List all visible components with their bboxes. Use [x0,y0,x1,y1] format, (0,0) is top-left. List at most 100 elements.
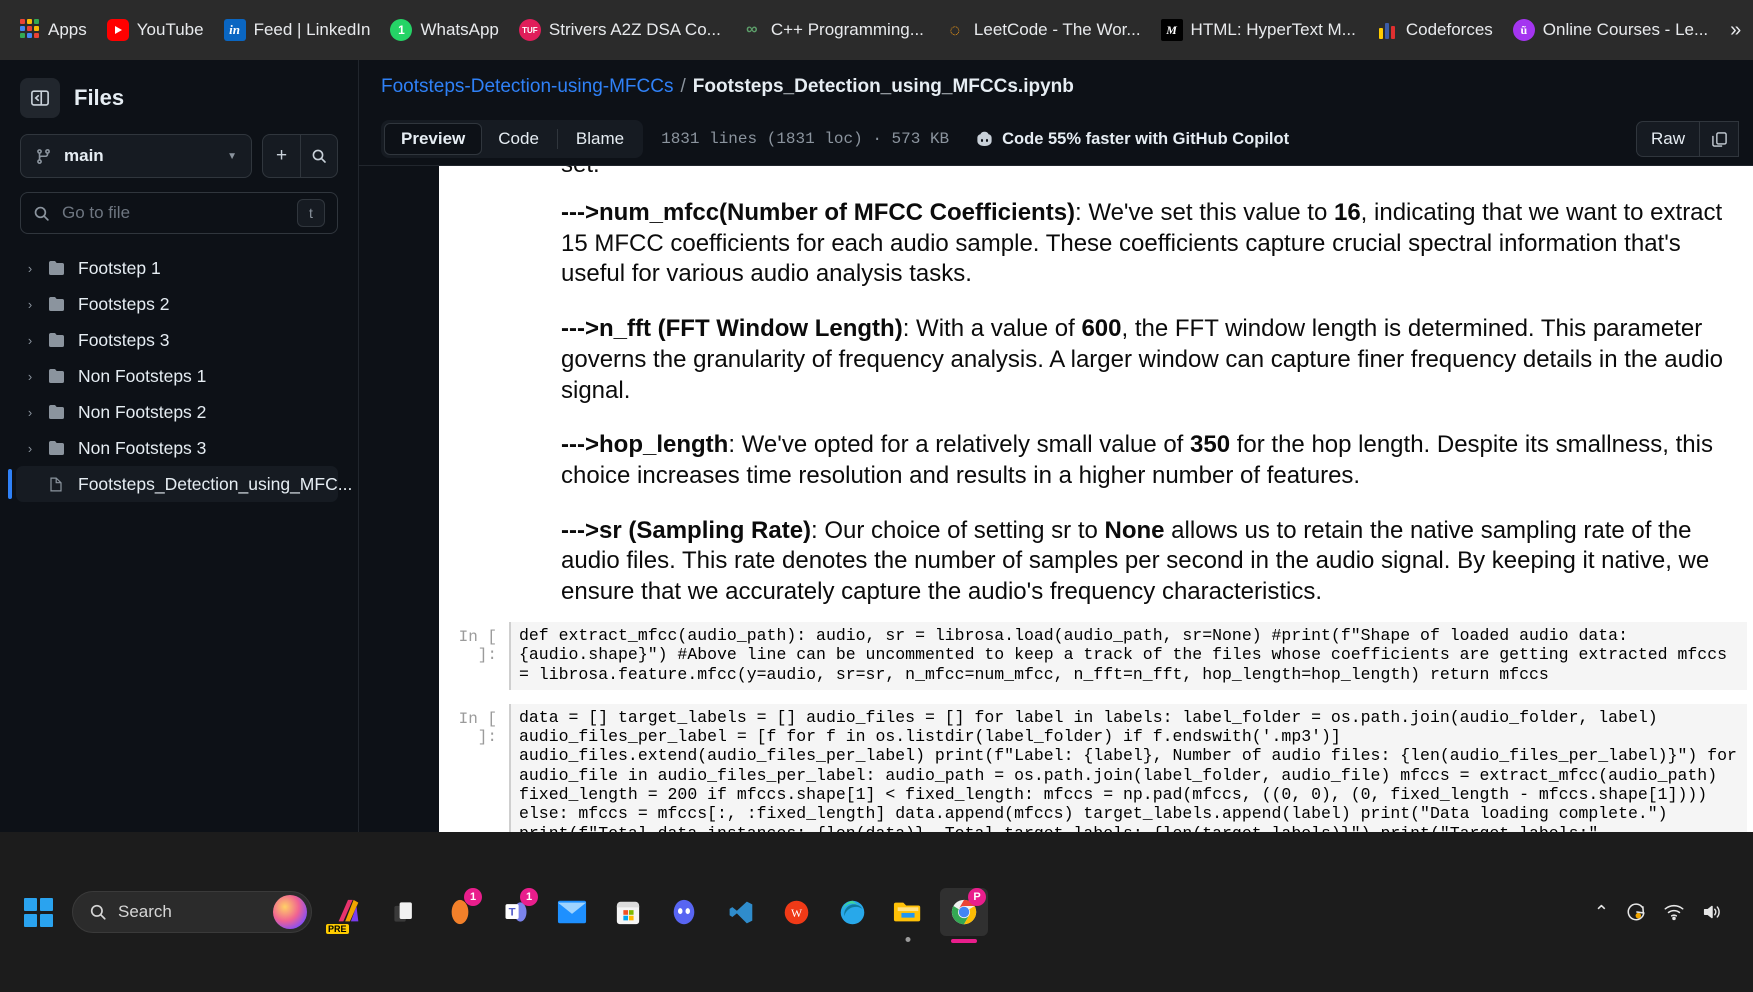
chevron-right-icon: › [27,440,33,456]
bookmark-label: YouTube [136,20,204,39]
edge-icon[interactable] [828,888,876,936]
raw-button[interactable]: Raw [1635,121,1699,157]
bookmark-apps[interactable]: Apps [8,13,97,47]
system-tray: ⌃ [1594,901,1739,923]
copilot-promo[interactable]: Code 55% faster with GitHub Copilot [975,130,1289,149]
discord-icon[interactable] [660,888,708,936]
mail-icon[interactable] [548,888,596,936]
bookmark-label: Online Courses - Le... [1542,20,1709,39]
tree-item-footstep-1[interactable]: › Footstep 1 [16,250,338,286]
teams-icon[interactable]: T 1 [492,888,540,936]
md-value: None [1104,516,1165,544]
bookmarks-overflow-button[interactable]: » [1718,15,1753,46]
microsoft-365-pre-badge: PRE [326,924,349,934]
go-to-file-search[interactable]: t [20,192,338,234]
search-shortcut-key: t [297,199,325,227]
takeuforward-icon: TUF [518,19,541,41]
tab-divider [556,129,558,149]
sidebar-collapse-icon[interactable] [20,78,60,118]
profile-badge: P [968,888,986,906]
tree-item-non-footsteps-2[interactable]: › Non Footsteps 2 [16,394,338,430]
bookmark-strivers-a2z[interactable]: TUF Strivers A2Z DSA Co... [509,13,731,47]
bookmark-mdn-html[interactable]: M HTML: HyperText M... [1151,13,1366,47]
file-tree-sidebar: Files main ▼ + Go to file t › Footstep 1… [0,60,359,832]
codeforces-icon [1376,21,1398,39]
branch-actions: + [262,134,338,178]
whatsapp-icon: 1 [390,19,413,41]
volume-icon[interactable] [1701,902,1723,922]
notification-badge: 1 [520,888,538,906]
onedrive-sync-icon[interactable] [1625,901,1647,923]
branch-selector[interactable]: main ▼ [20,134,252,178]
bookmark-whatsapp[interactable]: 1 WhatsApp [380,13,508,47]
folder-icon [48,368,66,384]
branch-name: main [64,146,104,165]
bookmark-leetcode[interactable]: ◌ LeetCode - The Wor... [934,13,1151,47]
chevron-down-icon: ▼ [227,150,237,162]
chrome-icon[interactable]: P [940,888,988,943]
search-icon [34,206,49,221]
tree-item-non-footsteps-1[interactable]: › Non Footsteps 1 [16,358,338,394]
bookmark-label: HTML: HyperText M... [1190,20,1356,39]
start-button[interactable] [14,888,62,936]
folder-icon [48,260,66,276]
breadcrumb-separator: / [680,75,686,97]
file-metadata: 1831 lines (1831 loc) · 573 KB [661,130,950,148]
outlook-orange-icon[interactable]: 1 [436,888,484,936]
microsoft-store-icon[interactable] [604,888,652,936]
tree-item-non-footsteps-3[interactable]: › Non Footsteps 3 [16,430,338,466]
bookmark-youtube[interactable]: YouTube [97,13,214,47]
file-explorer-icon[interactable] [884,888,932,942]
cell-prompt: In [ ]: [458,627,497,664]
branch-icon [37,148,50,164]
md-paragraph-n-fft: --->n_fft (FFT Window Length): With a va… [561,314,1735,406]
md-term: hop_length [599,431,729,459]
clipped-heading: set. [561,166,1735,172]
show-hidden-icons-chevron[interactable]: ⌃ [1594,902,1609,923]
breadcrumb: Footsteps-Detection-using-MFCCs / Footst… [359,60,1753,113]
bookmark-codeforces[interactable]: Codeforces [1366,14,1503,46]
linkedin-icon: in [223,19,246,41]
tree-item-label: Footsteps 2 [78,293,170,314]
vscode-icon[interactable] [716,888,764,936]
search-icon [90,904,106,920]
search-repo-button[interactable] [300,135,337,177]
bookmark-linkedin[interactable]: in Feed | LinkedIn [214,13,381,47]
tree-item-footsteps-detection-notebook[interactable]: Footsteps_Detection_using_MFC... [8,466,352,502]
copilot-promo-text: Code 55% faster with GitHub Copilot [1002,129,1290,148]
bookmark-udemy[interactable]: ũ Online Courses - Le... [1503,13,1718,47]
go-to-file-input[interactable] [62,203,285,223]
udemy-icon: ũ [1512,19,1535,41]
md-text: : We've opted for a relatively small val… [728,431,1191,459]
md-prefix: ---> [561,199,599,226]
taskbar-search[interactable]: Search [72,891,312,933]
tab-code[interactable]: Code [482,123,555,155]
wifi-icon[interactable] [1663,902,1685,922]
cell-source[interactable]: def extract_mfcc(audio_path): audio, sr … [509,621,1747,690]
md-paragraph-hop-length: --->hop_length: We've opted for a relati… [561,430,1735,491]
notebook-scroll-area[interactable]: set. --->num_mfcc(Number of MFCC Coeffic… [359,166,1753,832]
microsoft-365-icon[interactable]: PRE [324,888,372,936]
tab-blame[interactable]: Blame [560,123,640,155]
notebook-page: set. --->num_mfcc(Number of MFCC Coeffic… [439,166,1753,832]
sidebar-title: Files [74,85,125,110]
tree-item-footsteps-2[interactable]: › Footsteps 2 [16,286,338,322]
md-text: : We've set this value to [1075,199,1334,226]
windows-logo-icon [23,897,53,927]
add-file-button[interactable]: + [263,135,300,177]
copy-raw-content-button[interactable] [1699,121,1739,157]
tab-preview[interactable]: Preview [384,123,483,155]
tree-item-label: Footstep 1 [78,257,161,278]
wps-office-icon[interactable]: W [772,888,820,936]
tree-item-footsteps-3[interactable]: › Footsteps 3 [16,322,338,358]
cpp-icon: ∞ [746,21,758,38]
bookmark-label: C++ Programming... [770,20,924,39]
tree-item-label: Non Footsteps 2 [78,401,207,422]
cell-source[interactable]: data = [] target_labels = [] audio_files… [509,703,1747,832]
breadcrumb-repo-link[interactable]: Footsteps-Detection-using-MFCCs [381,76,673,98]
md-prefix: ---> [561,315,599,343]
file-explorer-stack-icon[interactable] [380,888,428,936]
bookmark-cpp-programming[interactable]: ∞ C++ Programming... [731,13,934,47]
chevron-right-icon: › [27,260,33,276]
copilot-taskbar-icon[interactable] [273,895,307,929]
